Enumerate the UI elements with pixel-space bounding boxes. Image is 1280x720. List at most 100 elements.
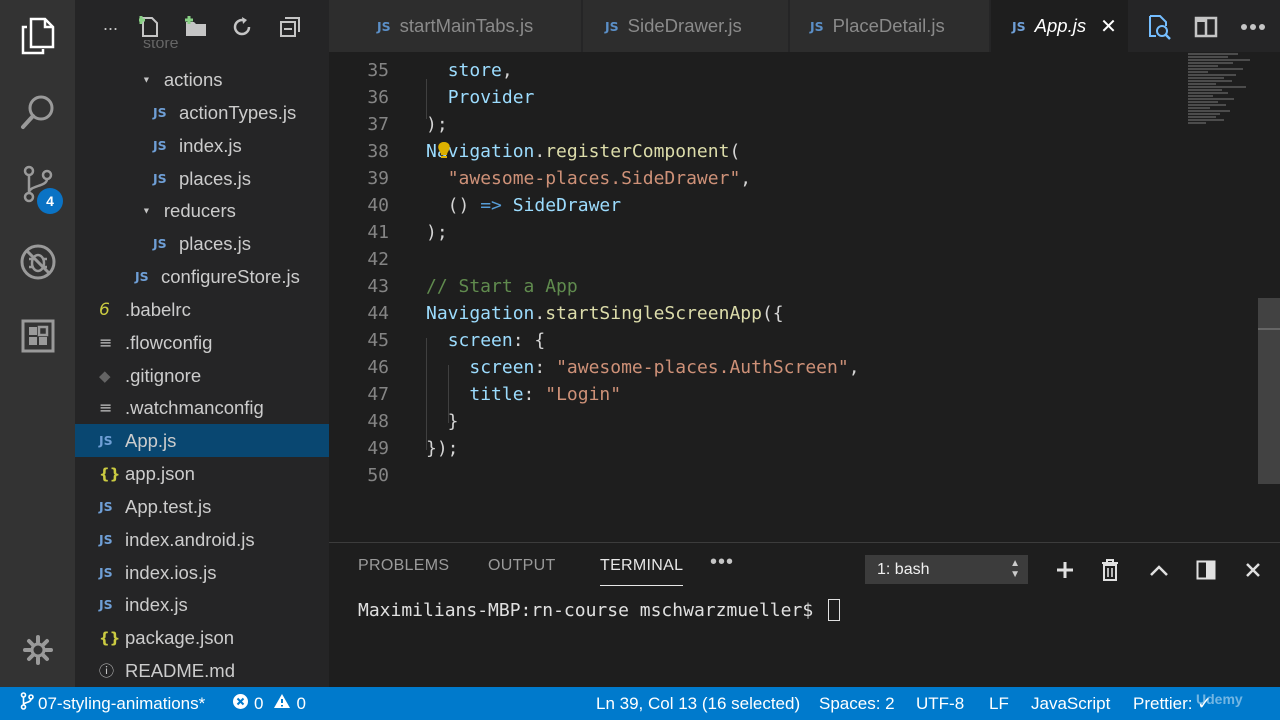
- tree-folder[interactable]: ▲ reducers: [75, 194, 329, 227]
- tree-file[interactable]: JS index.ios.js: [75, 556, 329, 589]
- close-panel-icon[interactable]: [1238, 555, 1268, 585]
- explorer-more-button[interactable]: ...: [103, 14, 118, 35]
- tree-file[interactable]: {} package.json: [75, 621, 329, 654]
- tab-output[interactable]: OUTPUT: [488, 557, 556, 575]
- tab-sidedrawer[interactable]: JS SideDrawer.js: [583, 0, 789, 52]
- add-terminal-icon[interactable]: [1050, 555, 1080, 585]
- code-token: Provider: [447, 87, 535, 108]
- code-editor[interactable]: 35 store, 36 Provider 37); 38 Navigation.reg…: [329, 52, 1280, 542]
- line-number: 49: [367, 438, 389, 459]
- code-token: =>: [480, 195, 502, 216]
- close-icon[interactable]: ✕: [1100, 14, 1117, 39]
- code-token: });: [426, 438, 459, 459]
- code-token: :: [523, 384, 546, 405]
- tree-file[interactable]: JS index.js: [75, 129, 329, 162]
- source-control-badge: 4: [37, 188, 63, 214]
- gear-icon[interactable]: [18, 630, 58, 670]
- open-changes-icon[interactable]: [1145, 13, 1173, 41]
- tree-file[interactable]: JS places.js: [75, 162, 329, 195]
- tree-file[interactable]: 6 .babelrc: [75, 293, 329, 326]
- tab-placedetail[interactable]: JS PlaceDetail.js: [790, 0, 990, 52]
- lightbulb-icon[interactable]: [436, 141, 452, 164]
- maximize-panel-icon[interactable]: [1144, 555, 1174, 585]
- collapse-all-icon[interactable]: [277, 14, 303, 40]
- tree-file[interactable]: {} app.json: [75, 457, 329, 490]
- git-branch[interactable]: 07-styling-animations*: [20, 687, 205, 720]
- tree-file[interactable]: JS places.js: [75, 227, 329, 260]
- git-file-icon: ◆: [99, 366, 111, 385]
- tree-file[interactable]: JS App.js: [75, 424, 329, 457]
- tree-file[interactable]: ≡ .flowconfig: [75, 326, 329, 359]
- line-number: 36: [367, 87, 389, 108]
- line-number: 37: [367, 114, 389, 135]
- tree-file[interactable]: JS index.android.js: [75, 523, 329, 556]
- js-file-icon: JS: [153, 171, 167, 186]
- search-icon[interactable]: [18, 92, 58, 132]
- code-text: Navigation.registerComponent(: [426, 141, 740, 162]
- language-mode[interactable]: JavaScript: [1031, 687, 1110, 720]
- tree-item-label: .babelrc: [125, 298, 191, 320]
- new-folder-icon[interactable]: [183, 14, 209, 40]
- toggle-panel-layout-icon[interactable]: [1191, 555, 1221, 585]
- minimap[interactable]: [1188, 52, 1258, 152]
- trash-icon[interactable]: [1095, 555, 1125, 585]
- tree-file[interactable]: JS configureStore.js: [75, 260, 329, 293]
- tree-folder[interactable]: ▲ actions: [75, 63, 329, 96]
- code-text: );: [426, 114, 448, 135]
- tree-item-label: index.ios.js: [125, 561, 217, 583]
- code-line: 46 screen: "awesome-places.AuthScreen",: [329, 354, 859, 381]
- tab-terminal[interactable]: TERMINAL: [600, 557, 684, 586]
- tab-app[interactable]: JS App.js ✕: [991, 0, 1129, 52]
- end-of-line[interactable]: LF: [989, 687, 1009, 720]
- code-token: ,: [740, 168, 752, 189]
- code-text: });: [426, 438, 459, 459]
- new-file-icon[interactable]: [137, 14, 163, 40]
- extensions-icon[interactable]: [18, 316, 58, 356]
- tree-file[interactable]: ◆ .gitignore: [75, 359, 329, 392]
- code-token: ({: [761, 303, 784, 324]
- tree-file[interactable]: ⓘ README.md: [75, 654, 329, 687]
- tree-file[interactable]: JS App.test.js: [75, 490, 329, 523]
- explorer-icon[interactable]: [18, 16, 58, 56]
- terminal-select[interactable]: 1: bash ▲ ▼: [865, 555, 1028, 584]
- code-token: }: [426, 411, 459, 432]
- problems-status[interactable]: 0 0: [232, 687, 306, 720]
- debug-icon[interactable]: [18, 242, 58, 282]
- indentation[interactable]: Spaces: 2: [819, 687, 895, 720]
- line-number: 48: [367, 411, 389, 432]
- terminal-output[interactable]: Maximilians-MBP:rn-course mschwarzmuelle…: [358, 599, 840, 621]
- tree-item-label: package.json: [125, 626, 235, 648]
- js-file-icon: JS: [99, 597, 113, 612]
- panel-more-button[interactable]: •••: [710, 551, 734, 574]
- tree-item-label: actionTypes.js: [179, 101, 297, 123]
- babel-file-icon: 6: [99, 299, 110, 320]
- tab-startmaintabs[interactable]: JS startMainTabs.js: [329, 0, 582, 52]
- code-token: ,: [848, 357, 860, 378]
- js-file-icon: JS: [135, 269, 149, 284]
- js-file-icon: JS: [99, 532, 113, 547]
- tree-file[interactable]: ≡ .watchmanconfig: [75, 391, 329, 424]
- js-file-icon: JS: [605, 18, 619, 34]
- indent-guide: [448, 365, 449, 423]
- encoding[interactable]: UTF-8: [916, 687, 964, 720]
- editor-scrollbar[interactable]: [1258, 52, 1280, 542]
- editor-tabs: JS startMainTabs.js JS SideDrawer.js JS …: [329, 0, 1280, 52]
- tab-problems[interactable]: PROBLEMS: [358, 557, 449, 575]
- tree-item-label: .gitignore: [125, 364, 202, 386]
- indent-guide: [426, 338, 427, 450]
- tree-file[interactable]: JS actionTypes.js: [75, 96, 329, 129]
- scrollbar-thumb[interactable]: [1258, 298, 1280, 484]
- code-text: Navigation.startSingleScreenApp({: [426, 303, 784, 324]
- js-file-icon: JS: [810, 18, 824, 34]
- refresh-icon[interactable]: [229, 14, 255, 40]
- code-text: screen: {: [426, 330, 546, 351]
- json-file-icon: {}: [99, 464, 121, 483]
- code-text: );: [426, 222, 448, 243]
- split-editor-icon[interactable]: [1192, 13, 1220, 41]
- cursor-position[interactable]: Ln 39, Col 13 (16 selected): [596, 687, 800, 720]
- tree-item-label: index.js: [125, 593, 188, 615]
- tree-file[interactable]: JS index.js: [75, 588, 329, 621]
- more-actions-icon[interactable]: [1239, 13, 1267, 41]
